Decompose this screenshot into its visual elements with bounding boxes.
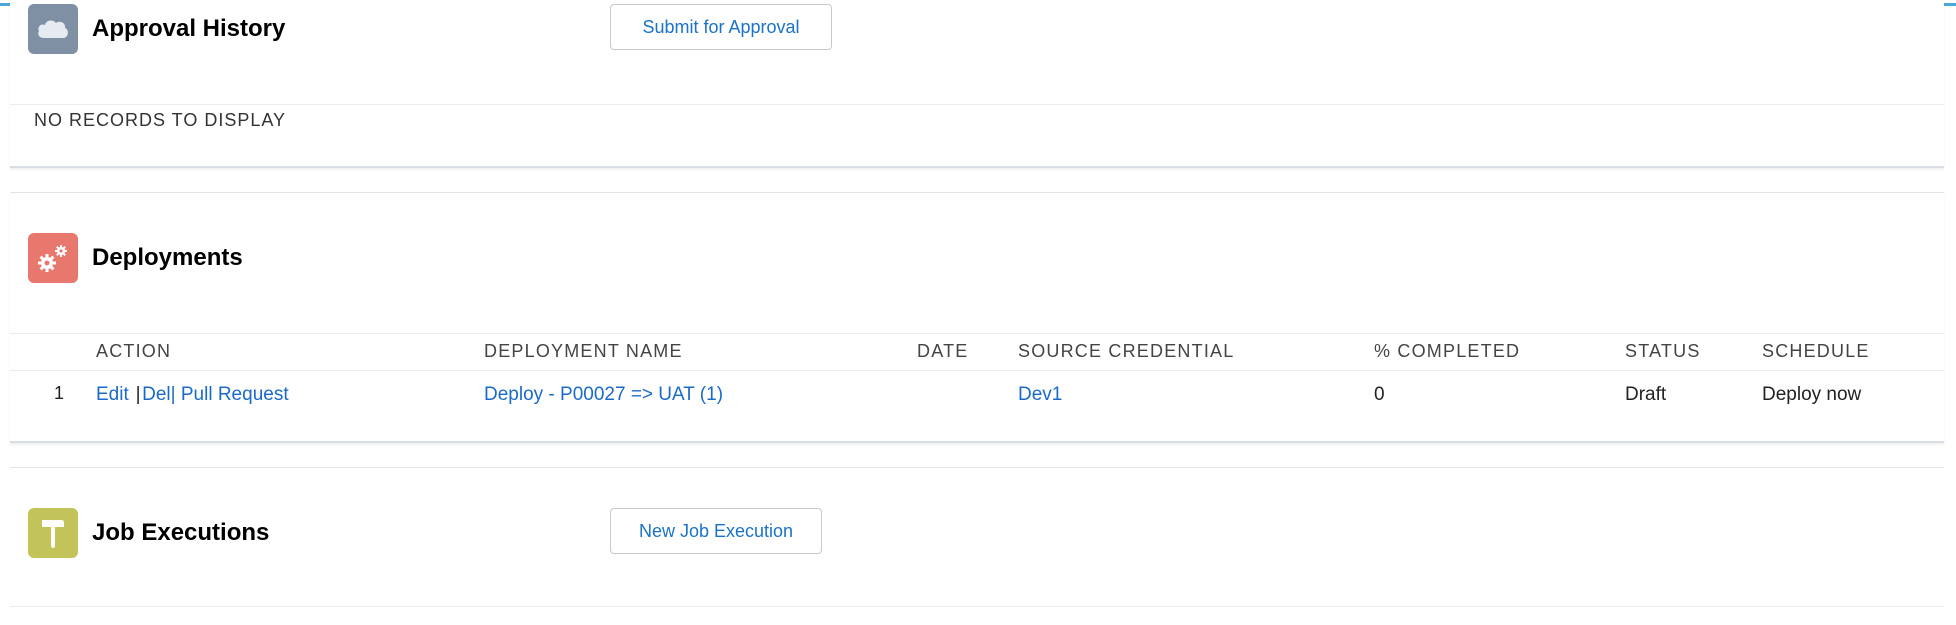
pull-request-link[interactable]: Pull Request bbox=[181, 384, 289, 405]
gears-icon bbox=[28, 233, 78, 283]
source-credential-link[interactable]: Dev1 bbox=[1018, 384, 1062, 406]
status-value: Draft bbox=[1625, 384, 1667, 405]
approval-history-title: Approval History bbox=[92, 15, 286, 42]
deployment-name-link[interactable]: Deploy - P00027 => UAT (1) bbox=[484, 384, 723, 406]
cloud-icon bbox=[28, 4, 78, 54]
approval-history-card: Approval History Submit for Approval NO … bbox=[10, 0, 1944, 168]
approval-history-header: Approval History bbox=[28, 4, 285, 54]
section-divider bbox=[10, 606, 1944, 607]
deployments-header: Deployments bbox=[28, 233, 243, 283]
column-header-source-credential: SOURCE CREDENTIAL bbox=[1018, 341, 1235, 361]
column-header-schedule: SCHEDULE bbox=[1762, 341, 1870, 361]
row-actions: Edit | Del| Pull Request bbox=[96, 384, 289, 406]
deployments-title: Deployments bbox=[92, 244, 243, 271]
column-header-date: DATE bbox=[917, 341, 969, 361]
submit-for-approval-button[interactable]: Submit for Approval bbox=[610, 4, 832, 50]
column-header-percent-completed: % COMPLETED bbox=[1374, 341, 1521, 361]
delete-link[interactable]: Del bbox=[142, 384, 171, 405]
column-header-action: ACTION bbox=[96, 341, 172, 361]
percent-completed-value: 0 bbox=[1374, 384, 1385, 405]
deployments-card: Deployments ACTION DEPLOYMENT NAME DATE … bbox=[10, 192, 1944, 443]
column-header-status: STATUS bbox=[1625, 341, 1701, 361]
section-divider bbox=[10, 104, 1944, 105]
action-separator: | bbox=[134, 384, 143, 405]
job-executions-title: Job Executions bbox=[92, 519, 270, 546]
no-records-message: NO RECORDS TO DISPLAY bbox=[34, 110, 287, 130]
table-row-divider bbox=[10, 370, 1944, 371]
column-header-deployment-name: DEPLOYMENT NAME bbox=[484, 341, 683, 361]
table-header-divider bbox=[10, 333, 1944, 334]
new-job-execution-button[interactable]: New Job Execution bbox=[610, 508, 822, 554]
edit-link[interactable]: Edit bbox=[96, 384, 129, 405]
hammer-icon bbox=[28, 508, 78, 558]
job-executions-card: Job Executions New Job Execution bbox=[10, 467, 1944, 608]
job-executions-header: Job Executions bbox=[28, 508, 269, 558]
schedule-value: Deploy now bbox=[1762, 384, 1862, 405]
row-number: 1 bbox=[54, 383, 65, 403]
action-separator: | bbox=[170, 384, 181, 405]
